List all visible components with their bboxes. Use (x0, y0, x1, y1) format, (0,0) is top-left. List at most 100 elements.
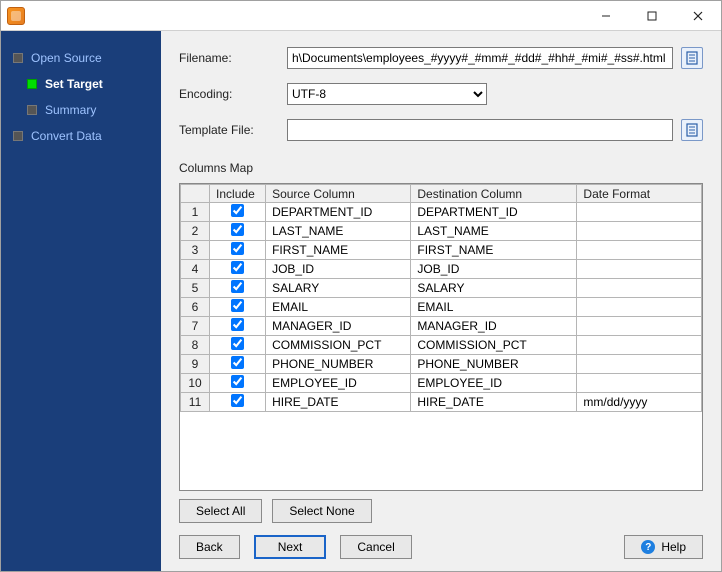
source-column-cell[interactable]: DEPARTMENT_ID (266, 203, 411, 222)
table-row[interactable]: 1 DEPARTMENT_IDDEPARTMENT_ID (181, 203, 702, 222)
include-checkbox[interactable] (231, 318, 244, 331)
col-header-dest[interactable]: Destination Column (411, 185, 577, 203)
date-format-cell[interactable] (577, 298, 702, 317)
destination-column-cell[interactable]: EMPLOYEE_ID (411, 374, 577, 393)
include-checkbox[interactable] (231, 375, 244, 388)
maximize-button[interactable] (629, 1, 675, 30)
row-number-cell[interactable]: 10 (181, 374, 210, 393)
encoding-select[interactable]: UTF-8 (287, 83, 487, 105)
table-row[interactable]: 2 LAST_NAMELAST_NAME (181, 222, 702, 241)
table-row[interactable]: 11HIRE_DATEHIRE_DATEmm/dd/yyyy (181, 393, 702, 412)
row-number-cell[interactable]: 1 (181, 203, 210, 222)
row-number-cell[interactable]: 4 (181, 260, 210, 279)
step-set-target[interactable]: Set Target (23, 71, 153, 97)
row-number-cell[interactable]: 5 (181, 279, 210, 298)
back-button[interactable]: Back (179, 535, 240, 559)
browse-filename-button[interactable] (681, 47, 703, 69)
select-none-button[interactable]: Select None (272, 499, 371, 523)
include-cell[interactable] (210, 241, 266, 260)
include-cell[interactable] (210, 317, 266, 336)
step-open-source[interactable]: Open Source (9, 45, 153, 71)
include-checkbox[interactable] (231, 242, 244, 255)
source-column-cell[interactable]: LAST_NAME (266, 222, 411, 241)
columns-map-grid[interactable]: Include Source Column Destination Column… (179, 183, 703, 491)
table-row[interactable]: 8 COMMISSION_PCTCOMMISSION_PCT (181, 336, 702, 355)
include-checkbox[interactable] (231, 394, 244, 407)
date-format-cell[interactable]: mm/dd/yyyy (577, 393, 702, 412)
destination-column-cell[interactable]: JOB_ID (411, 260, 577, 279)
minimize-button[interactable] (583, 1, 629, 30)
row-number-cell[interactable]: 2 (181, 222, 210, 241)
next-button[interactable]: Next (254, 535, 327, 559)
date-format-cell[interactable] (577, 336, 702, 355)
include-checkbox[interactable] (231, 223, 244, 236)
destination-column-cell[interactable]: LAST_NAME (411, 222, 577, 241)
include-cell[interactable] (210, 222, 266, 241)
destination-column-cell[interactable]: PHONE_NUMBER (411, 355, 577, 374)
step-summary[interactable]: Summary (23, 97, 153, 123)
table-row[interactable]: 5 SALARYSALARY (181, 279, 702, 298)
row-number-cell[interactable]: 8 (181, 336, 210, 355)
help-button[interactable]: ? Help (624, 535, 703, 559)
date-format-cell[interactable] (577, 374, 702, 393)
include-checkbox[interactable] (231, 299, 244, 312)
date-format-cell[interactable] (577, 279, 702, 298)
source-column-cell[interactable]: EMAIL (266, 298, 411, 317)
row-number-cell[interactable]: 3 (181, 241, 210, 260)
row-number-cell[interactable]: 6 (181, 298, 210, 317)
date-format-cell[interactable] (577, 317, 702, 336)
cancel-button[interactable]: Cancel (340, 535, 411, 559)
include-cell[interactable] (210, 374, 266, 393)
include-cell[interactable] (210, 203, 266, 222)
date-format-cell[interactable] (577, 260, 702, 279)
destination-column-cell[interactable]: EMAIL (411, 298, 577, 317)
include-cell[interactable] (210, 336, 266, 355)
include-cell[interactable] (210, 355, 266, 374)
source-column-cell[interactable]: COMMISSION_PCT (266, 336, 411, 355)
include-cell[interactable] (210, 279, 266, 298)
table-row[interactable]: 6 EMAILEMAIL (181, 298, 702, 317)
destination-column-cell[interactable]: FIRST_NAME (411, 241, 577, 260)
row-number-cell[interactable]: 9 (181, 355, 210, 374)
include-cell[interactable] (210, 393, 266, 412)
source-column-cell[interactable]: EMPLOYEE_ID (266, 374, 411, 393)
table-row[interactable]: 7 MANAGER_IDMANAGER_ID (181, 317, 702, 336)
col-header-include[interactable]: Include (210, 185, 266, 203)
date-format-cell[interactable] (577, 241, 702, 260)
browse-template-button[interactable] (681, 119, 703, 141)
destination-column-cell[interactable]: COMMISSION_PCT (411, 336, 577, 355)
select-all-button[interactable]: Select All (179, 499, 262, 523)
include-checkbox[interactable] (231, 280, 244, 293)
include-checkbox[interactable] (231, 337, 244, 350)
source-column-cell[interactable]: FIRST_NAME (266, 241, 411, 260)
source-column-cell[interactable]: PHONE_NUMBER (266, 355, 411, 374)
date-format-cell[interactable] (577, 355, 702, 374)
step-convert-data[interactable]: Convert Data (9, 123, 153, 149)
destination-column-cell[interactable]: SALARY (411, 279, 577, 298)
date-format-cell[interactable] (577, 222, 702, 241)
source-column-cell[interactable]: JOB_ID (266, 260, 411, 279)
include-cell[interactable] (210, 260, 266, 279)
date-format-cell[interactable] (577, 203, 702, 222)
col-header-rownum[interactable] (181, 185, 210, 203)
destination-column-cell[interactable]: MANAGER_ID (411, 317, 577, 336)
table-row[interactable]: 3 FIRST_NAMEFIRST_NAME (181, 241, 702, 260)
col-header-date[interactable]: Date Format (577, 185, 702, 203)
table-row[interactable]: 10 EMPLOYEE_IDEMPLOYEE_ID (181, 374, 702, 393)
include-checkbox[interactable] (231, 356, 244, 369)
source-column-cell[interactable]: SALARY (266, 279, 411, 298)
source-column-cell[interactable]: HIRE_DATE (266, 393, 411, 412)
close-button[interactable] (675, 1, 721, 30)
filename-input[interactable] (287, 47, 673, 69)
template-input[interactable] (287, 119, 673, 141)
table-row[interactable]: 9 PHONE_NUMBERPHONE_NUMBER (181, 355, 702, 374)
include-cell[interactable] (210, 298, 266, 317)
destination-column-cell[interactable]: DEPARTMENT_ID (411, 203, 577, 222)
include-checkbox[interactable] (231, 261, 244, 274)
destination-column-cell[interactable]: HIRE_DATE (411, 393, 577, 412)
source-column-cell[interactable]: MANAGER_ID (266, 317, 411, 336)
col-header-source[interactable]: Source Column (266, 185, 411, 203)
table-row[interactable]: 4 JOB_IDJOB_ID (181, 260, 702, 279)
row-number-cell[interactable]: 7 (181, 317, 210, 336)
row-number-cell[interactable]: 11 (181, 393, 210, 412)
